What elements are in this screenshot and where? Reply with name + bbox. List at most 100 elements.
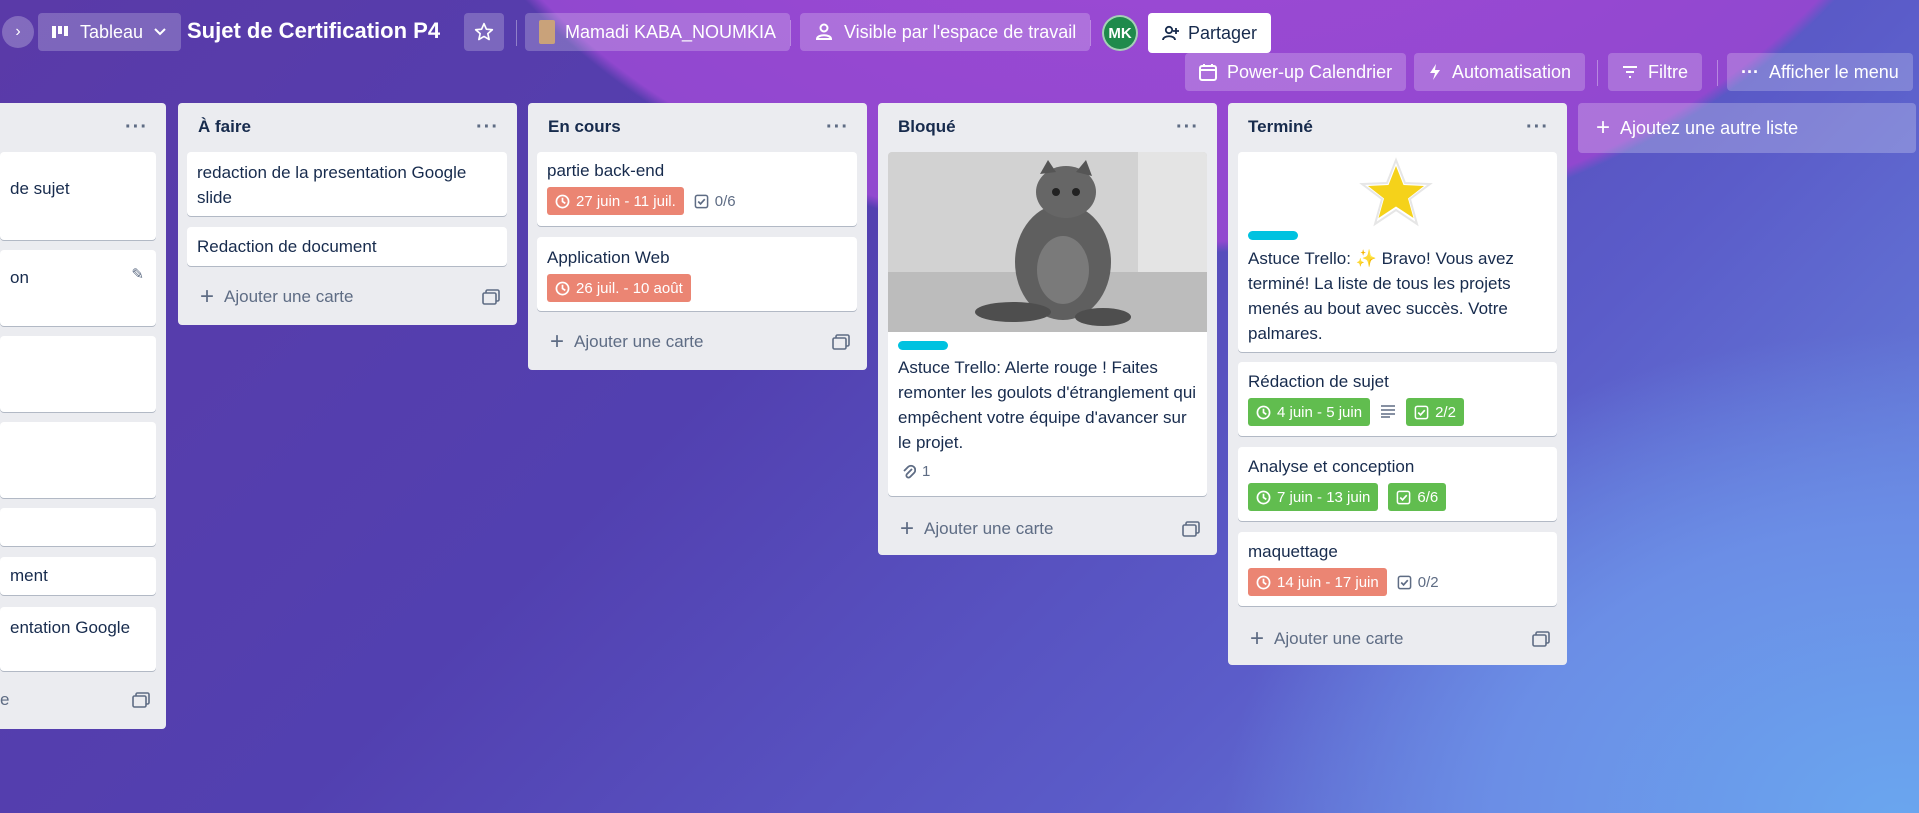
card-template-icon[interactable] bbox=[1532, 631, 1550, 647]
star-sticker-icon bbox=[1359, 157, 1433, 227]
list-item[interactable]: redaction de la presentation Google slid… bbox=[187, 152, 507, 216]
list-item[interactable] bbox=[0, 508, 156, 546]
add-list-button[interactable]: + Ajoutez une autre liste bbox=[1578, 103, 1916, 153]
card-badges: 4 juin - 5 juin 2/2 bbox=[1248, 398, 1547, 426]
card-title: partie back-end bbox=[547, 161, 665, 180]
list-item[interactable]: Redaction de document bbox=[187, 227, 507, 266]
visibility-button[interactable]: Visible par l'espace de travail bbox=[800, 13, 1091, 51]
add-card-label: Ajouter une carte bbox=[574, 332, 704, 351]
due-date-text: 14 juin - 17 juin bbox=[1277, 573, 1379, 591]
list-header: Terminé ··· bbox=[1228, 103, 1567, 151]
list-menu-icon[interactable]: ··· bbox=[1176, 116, 1199, 139]
card-label bbox=[1248, 231, 1298, 240]
add-list-label: Ajoutez une autre liste bbox=[1620, 117, 1799, 138]
list-menu-icon[interactable]: ··· bbox=[125, 116, 148, 139]
list-item[interactable]: on ✎ bbox=[0, 250, 156, 326]
list-header: À faire ··· bbox=[178, 103, 517, 151]
list-item[interactable] bbox=[0, 422, 156, 498]
list-item[interactable]: maquettage 14 juin - 17 juin 0/2 bbox=[1238, 532, 1557, 606]
card-title: Application Web bbox=[547, 248, 670, 267]
list-title[interactable]: À faire bbox=[198, 117, 251, 137]
list-header: ··· bbox=[0, 103, 166, 151]
add-person-icon bbox=[1162, 25, 1179, 41]
star-board-button[interactable] bbox=[464, 13, 504, 51]
list-title[interactable]: Terminé bbox=[1248, 117, 1313, 137]
card-title: Analyse et conception bbox=[1248, 457, 1415, 476]
expand-sidebar-button[interactable]: › bbox=[2, 16, 34, 48]
due-date-text: 7 juin - 13 juin bbox=[1277, 488, 1371, 506]
list-item[interactable]: Rédaction de sujet 4 juin - 5 juin 2/2 bbox=[1238, 362, 1557, 436]
show-menu-button[interactable]: ··· Afficher le menu bbox=[1727, 53, 1913, 91]
more-icon: ··· bbox=[1741, 61, 1759, 82]
due-date-badge[interactable]: 14 juin - 17 juin bbox=[1248, 568, 1387, 596]
list-item[interactable]: Analyse et conception 7 juin - 13 juin 6… bbox=[1238, 447, 1557, 521]
checklist-count: 0/6 bbox=[714, 192, 736, 210]
attachment-count: 1 bbox=[922, 463, 931, 480]
list-item[interactable] bbox=[0, 336, 156, 412]
checklist-icon bbox=[1397, 575, 1412, 589]
avatar[interactable]: MK bbox=[1102, 15, 1138, 51]
card-title: Redaction de document bbox=[197, 237, 377, 256]
powerup-calendar-button[interactable]: Power-up Calendrier bbox=[1185, 53, 1407, 91]
card-title: Astuce Trello: Alerte rouge ! Faites rem… bbox=[898, 358, 1197, 452]
workspace-member-button[interactable]: Mamadi KABA_NOUMKIA bbox=[525, 13, 791, 51]
clock-icon bbox=[1256, 490, 1271, 504]
checklist-badge: 6/6 bbox=[1388, 483, 1447, 511]
star-icon bbox=[474, 22, 494, 41]
due-date-badge[interactable]: 26 juil. - 10 août bbox=[547, 274, 691, 302]
list-menu-icon[interactable]: ··· bbox=[826, 116, 849, 139]
card-template-icon[interactable] bbox=[482, 289, 500, 305]
due-date-badge[interactable]: 7 juin - 13 juin bbox=[1248, 483, 1379, 511]
checklist-count: 0/2 bbox=[1417, 573, 1439, 591]
add-card-button[interactable]: e bbox=[0, 690, 150, 710]
header-divider bbox=[516, 20, 517, 46]
clock-icon bbox=[555, 281, 570, 295]
list-title[interactable]: Bloqué bbox=[898, 117, 956, 137]
filter-button[interactable]: Filtre bbox=[1608, 53, 1702, 91]
add-card-button[interactable]: + Ajouter une carte bbox=[550, 330, 850, 354]
list-item[interactable]: de sujet bbox=[0, 152, 156, 240]
add-card-button[interactable]: + Ajouter une carte bbox=[200, 285, 500, 309]
list-item[interactable]: Application Web 26 juil. - 10 août bbox=[537, 237, 857, 311]
list-title[interactable]: En cours bbox=[548, 117, 621, 137]
member-name: Mamadi KABA_NOUMKIA bbox=[565, 21, 777, 42]
card-template-icon[interactable] bbox=[832, 334, 850, 350]
view-switcher-button[interactable]: Tableau bbox=[38, 13, 182, 51]
share-button[interactable]: Partager bbox=[1148, 13, 1272, 53]
list-item[interactable]: partie back-end 27 juin - 11 juil. 0/6 bbox=[537, 152, 857, 226]
list-menu-icon[interactable]: ··· bbox=[1526, 116, 1549, 139]
checklist-count: 2/2 bbox=[1435, 403, 1456, 421]
add-card-label: Ajouter une carte bbox=[224, 287, 354, 306]
due-date-text: 26 juil. - 10 août bbox=[576, 279, 683, 297]
due-date-badge[interactable]: 27 juin - 11 juil. bbox=[547, 187, 684, 215]
list-item[interactable]: entation Google bbox=[0, 607, 156, 671]
add-card-button[interactable]: + Ajouter une carte bbox=[1250, 627, 1550, 651]
checklist-icon bbox=[1397, 490, 1411, 504]
header-divider bbox=[1090, 20, 1091, 46]
edit-pencil-icon[interactable]: ✎ bbox=[131, 262, 144, 287]
checklist-badge: 2/2 bbox=[1406, 398, 1464, 426]
attachment-badge: 1 bbox=[902, 463, 930, 480]
due-date-badge[interactable]: 4 juin - 5 juin bbox=[1248, 398, 1371, 426]
card-title: maquettage bbox=[1248, 542, 1338, 561]
add-card-button[interactable]: + Ajouter une carte bbox=[900, 517, 1200, 541]
checklist-badge: 0/2 bbox=[1397, 570, 1439, 595]
board-title[interactable]: Sujet de Certification P4 bbox=[187, 18, 440, 44]
list-item[interactable]: Astuce Trello: ✨ Bravo! Vous avez termin… bbox=[1238, 152, 1557, 352]
clock-icon bbox=[1256, 575, 1271, 589]
chevron-right-icon: › bbox=[15, 23, 21, 40]
list-item[interactable]: ment bbox=[0, 557, 156, 595]
card-badges: 27 juin - 11 juil. 0/6 bbox=[547, 187, 847, 215]
card-template-icon[interactable] bbox=[132, 692, 150, 708]
card-template-icon[interactable] bbox=[1182, 521, 1200, 537]
checklist-badge: 0/6 bbox=[694, 189, 736, 214]
visibility-label: Visible par l'espace de travail bbox=[844, 21, 1077, 42]
add-card-label: e bbox=[0, 690, 10, 709]
automation-label: Automatisation bbox=[1452, 61, 1572, 82]
clock-icon bbox=[1256, 405, 1271, 419]
list-header: En cours ··· bbox=[528, 103, 867, 151]
card-title: entation Google bbox=[10, 618, 131, 637]
add-card-label: Ajouter une carte bbox=[924, 519, 1054, 538]
list-menu-icon[interactable]: ··· bbox=[476, 116, 499, 139]
automation-button[interactable]: Automatisation bbox=[1414, 53, 1586, 91]
